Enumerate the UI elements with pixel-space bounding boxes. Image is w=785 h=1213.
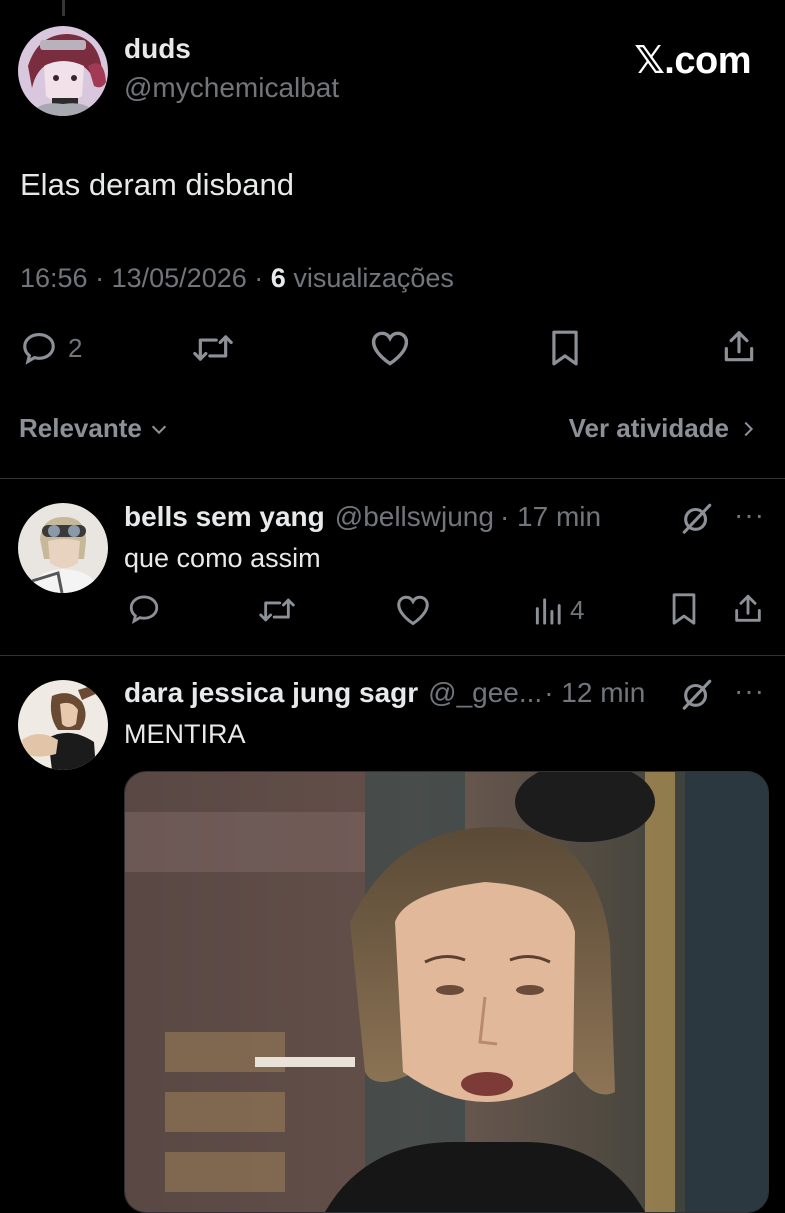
author-handle[interactable]: @mychemicalbat [124,72,339,104]
heart-icon [397,595,429,626]
tweet-meta: 16:56 · 13/05/2026 · 6 visualizações [20,263,454,294]
reply-display-name[interactable]: dara jessica jung sagr [124,677,418,709]
tweet-date: 13/05/2026 [111,263,247,293]
tweet-time: 16:56 [20,263,88,293]
reply-time[interactable]: · 17 min [500,501,601,533]
grok-icon [682,503,712,534]
reply-views-count: 4 [570,594,585,625]
reply-retweet-button[interactable] [258,593,296,627]
analytics-icon [535,598,561,625]
reply-avatar[interactable] [18,680,108,770]
grok-button[interactable] [680,501,714,540]
reply-handle[interactable]: @_gee... [428,677,542,709]
reply-media-image[interactable] [124,771,769,1213]
reply-share-button[interactable] [731,591,765,627]
reply-views-button[interactable]: 4 [534,594,584,626]
bookmark-button[interactable] [548,329,582,367]
meta-separator: · [254,263,264,293]
reply-button[interactable]: 2 [20,329,82,367]
sort-label: Relevante [19,413,142,443]
x-logo-text: 𝕏.com [634,40,751,82]
grok-button[interactable] [680,677,714,716]
reply-header: bells sem yang @bellswjung · 17 min [124,501,601,533]
thread-connector-line [62,0,65,16]
like-button[interactable] [369,329,411,367]
reply-avatar[interactable] [18,503,108,593]
divider [0,655,785,656]
x-watermark: 𝕏.com [634,38,751,83]
views-label: visualizações [293,263,454,293]
author-display-name[interactable]: duds [124,33,191,65]
bookmark-icon [672,593,696,625]
chevron-down-icon [151,425,166,434]
more-options-button[interactable]: ··· [734,675,765,707]
views-count: 6 [270,263,286,293]
chevron-right-icon [744,421,754,436]
retweet-icon [259,598,295,622]
reply-count: 2 [68,332,83,363]
reply-header: dara jessica jung sagr @_gee... · 12 min [124,677,645,709]
reply-icon [23,332,55,365]
divider [0,478,785,479]
reply-icon [129,595,159,624]
reply-time[interactable]: · 12 min [544,677,645,709]
retweet-icon [193,335,233,361]
view-activity-link[interactable]: Ver atividade [569,413,759,444]
reply-text: MENTIRA [124,719,246,749]
meta-separator: · [95,263,105,293]
heart-icon [371,331,409,366]
view-activity-label: Ver atividade [568,413,729,443]
share-button[interactable] [720,327,758,367]
reply-display-name[interactable]: bells sem yang [124,501,325,533]
grok-icon [682,679,712,710]
retweet-button[interactable] [192,329,234,367]
share-icon [724,331,754,362]
bookmark-icon [552,330,578,366]
tweet-text: Elas deram disband [20,167,294,202]
author-avatar[interactable] [18,26,108,116]
reply-reply-button[interactable] [127,592,161,626]
reply-like-button[interactable] [395,593,431,627]
reply-text: que como assim [124,543,321,573]
sort-dropdown[interactable]: Relevante [19,413,170,444]
more-options-button[interactable]: ··· [734,499,765,531]
reply-handle[interactable]: @bellswjung [335,501,494,533]
reply-bookmark-button[interactable] [669,592,699,626]
share-icon [735,594,761,622]
